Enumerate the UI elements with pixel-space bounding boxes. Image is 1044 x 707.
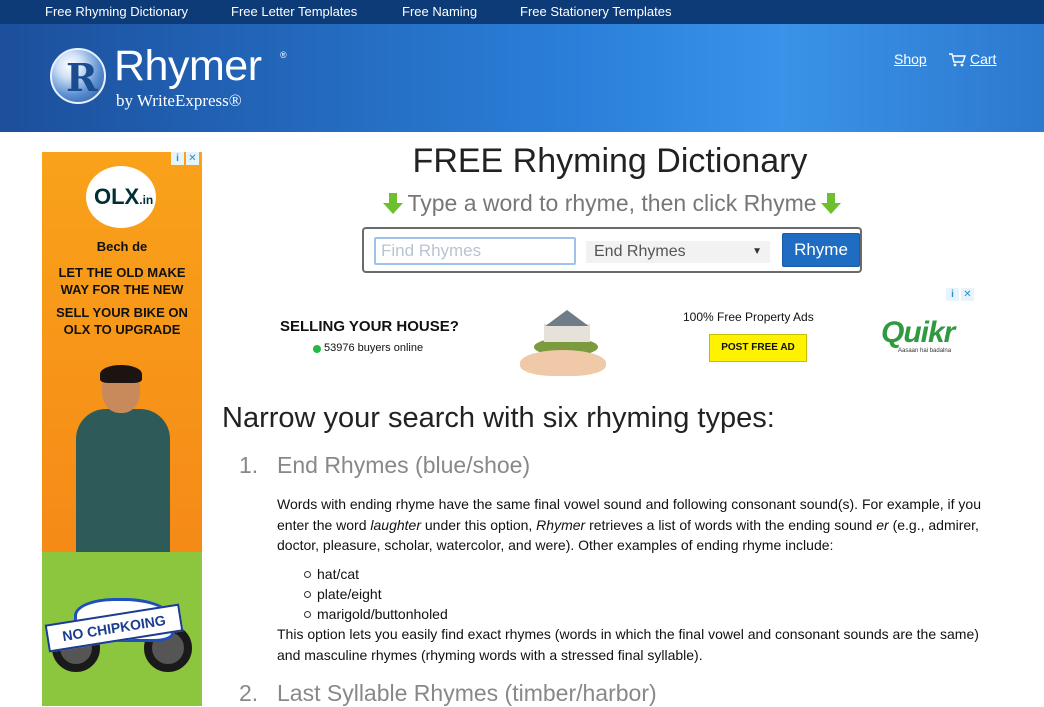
left-ad-olx[interactable]: i ✕ OLX.in Bech de LET THE OLD MAKE WAY …	[42, 152, 202, 706]
post-free-ad-button[interactable]: POST FREE AD	[709, 334, 807, 362]
olx-brand: OLX	[94, 184, 140, 209]
banner-ad-quikr[interactable]: i ✕ SELLING YOUR HOUSE? 53976 buyers onl…	[262, 288, 976, 378]
logo-byline: by WriteExpress®	[116, 91, 242, 110]
nav-link-free-stationery-templates[interactable]: Free Stationery Templates	[520, 4, 672, 19]
ad-line-2: WAY FOR THE NEW	[60, 282, 184, 297]
desc-rhymer-name: Rhymer	[536, 516, 586, 533]
cart-link[interactable]: Cart	[948, 51, 996, 67]
dropdown-caret-icon: ▼	[752, 246, 762, 257]
online-dot-icon	[313, 345, 321, 353]
desc-text: retrieves a list of words with the endin…	[585, 516, 877, 533]
desc-example-word: laughter	[370, 516, 421, 533]
ad-choices-badge[interactable]: i ✕	[171, 152, 201, 166]
banner-headline: SELLING YOUR HOUSE?	[280, 318, 459, 335]
ad-close-icon: ✕	[961, 288, 974, 301]
logo-ball-icon: R	[50, 48, 106, 104]
list-item: plate/eight	[304, 584, 448, 604]
rhyme-search-form: End Rhymes ▼ Rhyme	[362, 227, 862, 273]
quikr-logo: Quikr	[881, 316, 955, 349]
green-arrow-down-icon	[383, 192, 404, 215]
nav-link-free-rhyming-dictionary[interactable]: Free Rhyming Dictionary	[45, 4, 188, 19]
olx-brand-suffix: .in	[139, 193, 154, 207]
item-title-last-syllable-rhymes[interactable]: Last Syllable Rhymes (timber/harbor)	[277, 680, 657, 707]
cart-label: Cart	[970, 51, 997, 67]
end-rhyme-examples: hat/cat plate/eight marigold/buttonholed	[304, 564, 448, 624]
section-heading: Narrow your search with six rhyming type…	[222, 402, 775, 434]
banner-buyers-online: 53976 buyers online	[324, 342, 424, 354]
ad-person-image	[68, 365, 178, 552]
ad-line-3: SELL YOUR BIKE ON	[56, 305, 188, 320]
item-title-end-rhymes[interactable]: End Rhymes (blue/shoe)	[277, 452, 530, 479]
logo-wordmark: Rhymer	[114, 42, 262, 90]
page-subtitle: Type a word to rhyme, then click Rhyme	[280, 190, 944, 217]
rhymer-logo[interactable]: R Rhymer ® by WriteExpress®	[50, 42, 290, 114]
subtitle-text: Type a word to rhyme, then click Rhyme	[407, 190, 817, 216]
top-nav: Free Rhyming Dictionary Free Letter Temp…	[0, 0, 1044, 24]
ad-line-bech-de: Bech de	[96, 239, 148, 254]
rhyme-type-select[interactable]: End Rhymes ▼	[586, 241, 770, 263]
end-rhymes-description: Words with ending rhyme have the same fi…	[277, 494, 989, 556]
cart-icon	[949, 52, 966, 66]
search-input[interactable]	[374, 237, 576, 265]
green-arrow-down-icon	[820, 192, 841, 215]
rhyme-button[interactable]: Rhyme	[782, 233, 860, 267]
page-title: FREE Rhyming Dictionary	[412, 142, 808, 180]
ad-close-icon: ✕	[186, 152, 199, 165]
ad-line-4: OLX TO UPGRADE	[63, 322, 181, 337]
site-header: R Rhymer ® by WriteExpress® Shop Cart	[0, 24, 1044, 132]
item-number-1: 1.	[239, 452, 259, 478]
rhyme-type-selected: End Rhymes	[594, 243, 686, 260]
ad-choices-badge[interactable]: i ✕	[946, 288, 976, 302]
list-item: hat/cat	[304, 564, 448, 584]
ad-info-icon: i	[946, 288, 959, 301]
logo-registered-mark: ®	[280, 50, 287, 60]
shop-link[interactable]: Shop	[894, 51, 927, 67]
desc-text: under this option,	[420, 516, 537, 533]
desc-sound: er	[876, 516, 889, 533]
quikr-tagline: Aasaan hai badalna	[898, 348, 952, 354]
house-on-hand-image	[520, 298, 610, 378]
end-rhymes-outro: This option lets you easily find exact r…	[277, 626, 979, 663]
list-item: marigold/buttonholed	[304, 606, 448, 622]
shop-label: Shop	[894, 51, 927, 67]
banner-offer: 100% Free Property Ads	[683, 310, 814, 324]
olx-logo: OLX.in	[86, 166, 156, 228]
item-number-2: 2.	[239, 680, 259, 706]
ad-info-icon: i	[171, 152, 184, 165]
nav-link-free-letter-templates[interactable]: Free Letter Templates	[231, 4, 357, 19]
nav-link-free-naming[interactable]: Free Naming	[402, 4, 477, 19]
ad-line-1: LET THE OLD MAKE	[58, 265, 186, 280]
